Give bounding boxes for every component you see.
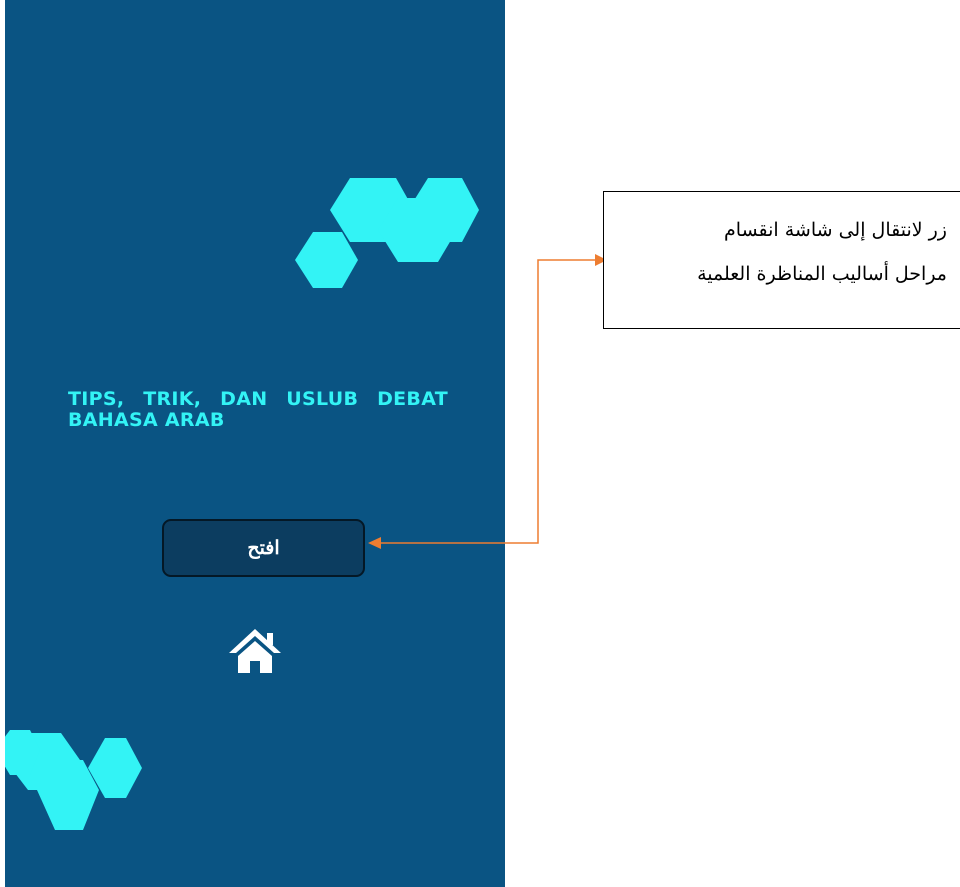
hexagon-decoration-bottom — [5, 730, 142, 830]
app-title: TIPS, TRIK, DAN USLUB DEBAT BAHASA ARAB — [68, 388, 448, 431]
home-icon[interactable] — [227, 627, 283, 675]
app-screen: TIPS, TRIK, DAN USLUB DEBAT BAHASA ARAB … — [5, 0, 505, 887]
annotation-line-1: زر لانتقال إلى شاشة انقسام — [724, 219, 947, 241]
hexagon-shape — [5, 730, 40, 775]
open-button-label: افتح — [247, 537, 280, 559]
hexagon-shape — [37, 760, 99, 830]
hexagon-shape — [408, 178, 479, 242]
hexagon-shape — [5, 733, 80, 790]
hexagon-shape — [88, 738, 142, 798]
hexagon-shape — [378, 198, 457, 262]
open-button[interactable]: افتح — [162, 519, 365, 577]
annotation-line-2: مراحل أساليب المناظرة العلمية — [697, 263, 947, 285]
annotation-note: زر لانتقال إلى شاشة انقسام مراحل أساليب … — [603, 191, 960, 329]
hexagon-shape — [295, 232, 358, 288]
hexagon-shape — [330, 178, 414, 242]
hexagon-decoration-top — [295, 178, 479, 288]
